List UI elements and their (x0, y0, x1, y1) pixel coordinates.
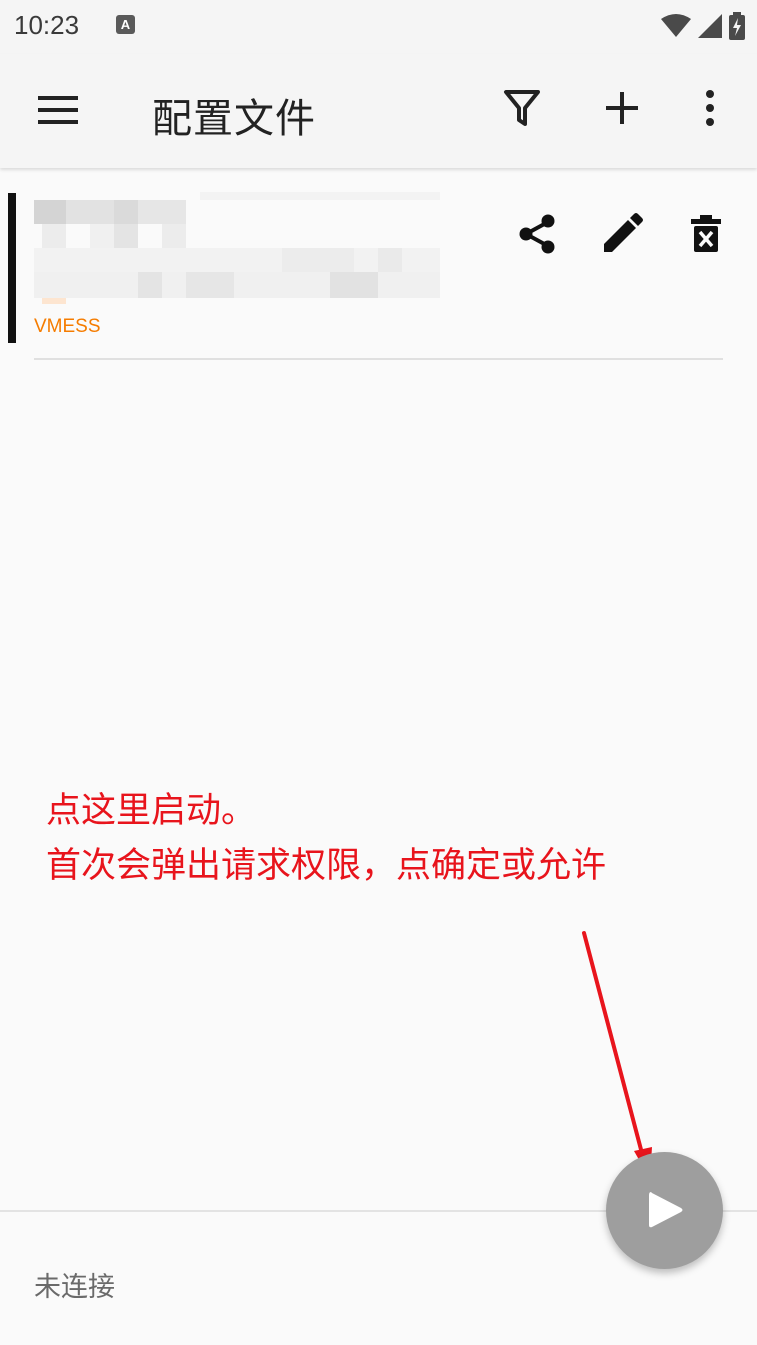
annotation-line-1: 点这里启动。 (46, 791, 257, 831)
menu-icon (38, 96, 78, 124)
status-icons (661, 12, 745, 40)
annotation-arrow (582, 931, 652, 1179)
status-time: 10:23 (14, 10, 80, 40)
share-icon (519, 214, 555, 254)
delete-icon (691, 215, 721, 252)
status-bar: 10:23 A (0, 0, 757, 54)
play-icon (649, 1192, 683, 1228)
profile-card[interactable]: VMESS (0, 190, 757, 360)
notification-icon: A (116, 15, 135, 34)
card-divider (34, 358, 723, 360)
filter-icon (504, 90, 540, 126)
selected-indicator (8, 193, 16, 343)
filter-button[interactable] (500, 86, 544, 130)
connection-status: 未连接 (34, 1272, 115, 1303)
menu-button[interactable] (38, 92, 80, 128)
signal-icon (698, 14, 722, 38)
add-button[interactable] (600, 86, 644, 130)
battery-charging-icon (729, 12, 745, 40)
edit-button[interactable] (598, 210, 646, 258)
more-vert-icon (706, 90, 714, 126)
start-connection-button[interactable] (606, 1152, 723, 1269)
annotation-line-2: 首次会弹出请求权限，点确定或允许 (46, 846, 607, 886)
share-button[interactable] (514, 210, 562, 258)
more-options-button[interactable] (690, 86, 734, 130)
app-bar: 配置文件 (0, 54, 757, 168)
delete-button[interactable] (683, 210, 731, 258)
profile-type-label: VMESS (34, 316, 101, 337)
page-title: 配置文件 (152, 96, 316, 142)
wifi-icon (661, 14, 691, 37)
instruction-annotation: 点这里启动。 首次会弹出请求权限，点确定或允许 (46, 784, 606, 894)
add-icon (606, 92, 638, 124)
edit-icon (604, 213, 643, 252)
